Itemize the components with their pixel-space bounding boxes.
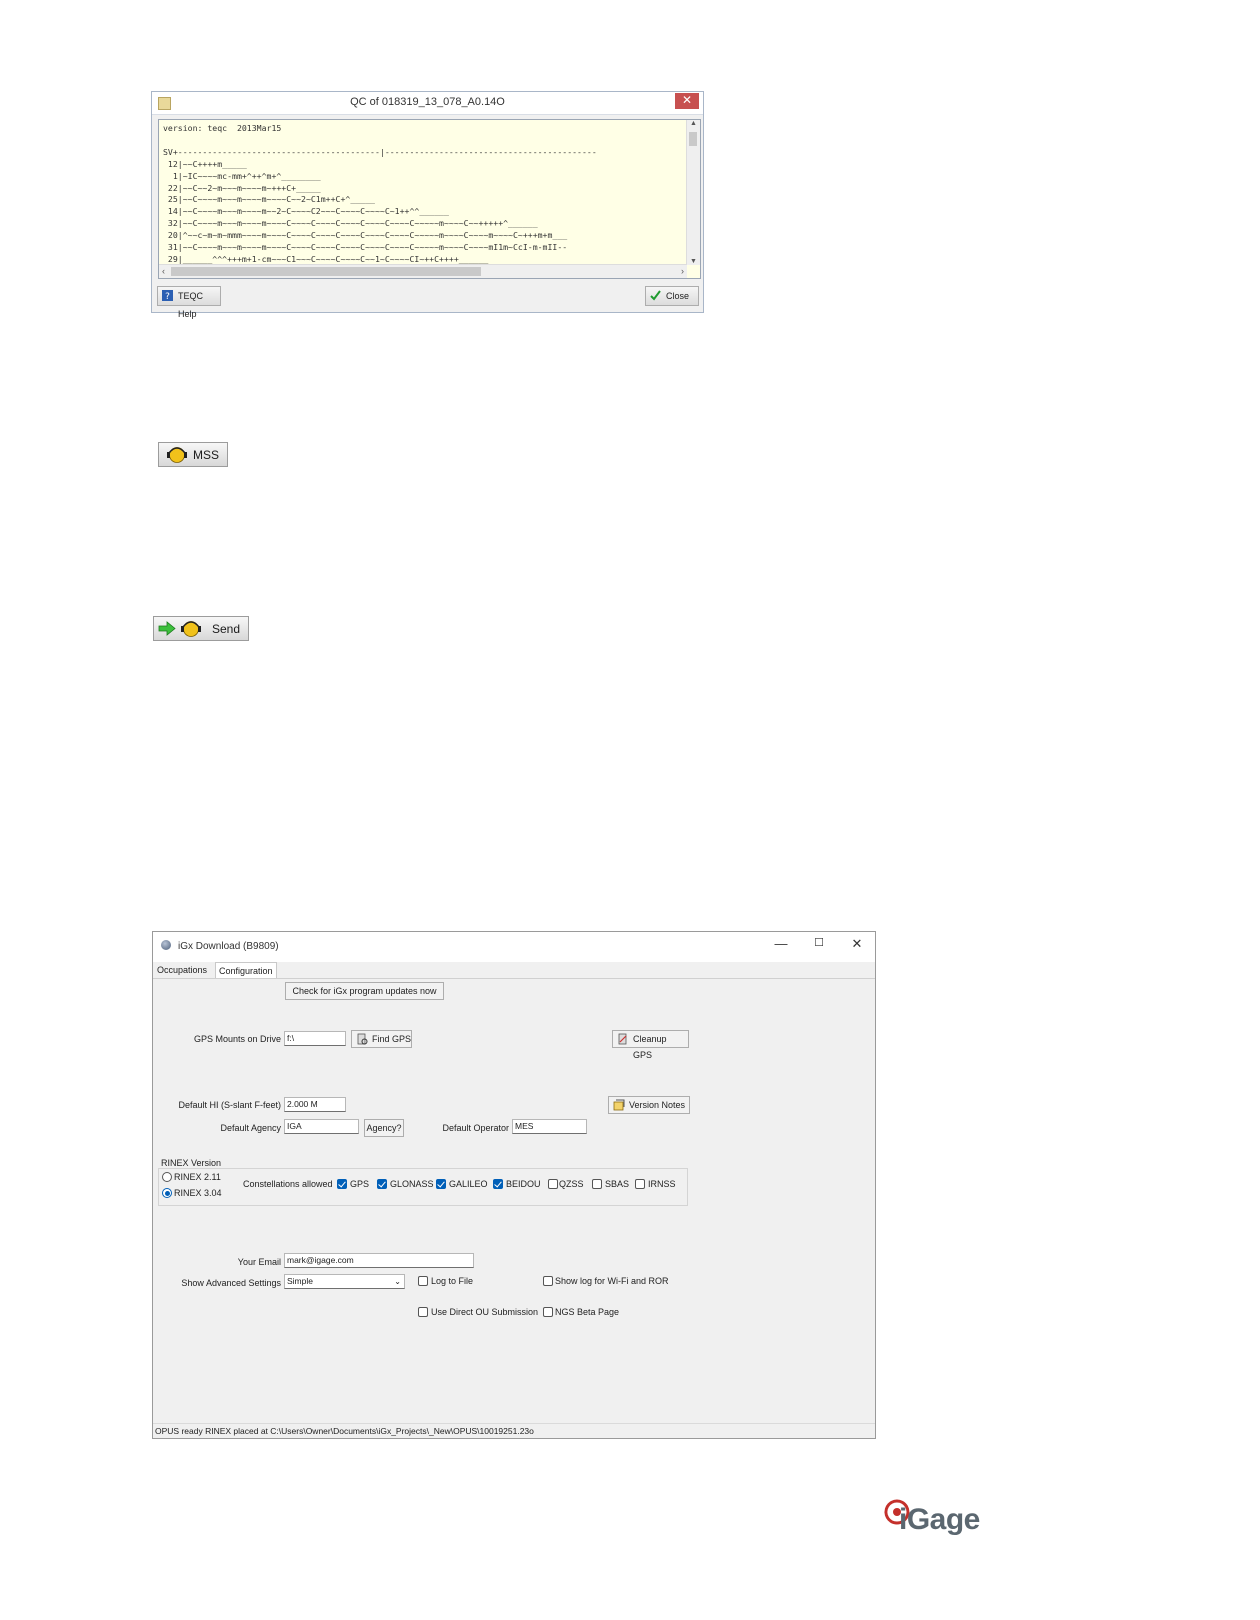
gps-label: GPS: [350, 1179, 370, 1189]
status-bar: OPUS ready RINEX placed at C:\Users\Owne…: [153, 1423, 875, 1438]
agency-button[interactable]: Agency?: [364, 1119, 404, 1137]
advanced-settings-select[interactable]: Simple ⌄: [284, 1274, 405, 1289]
rinex-304-radio[interactable]: [162, 1188, 172, 1198]
operator-icon: [167, 447, 187, 463]
beidou-checkbox[interactable]: [493, 1179, 503, 1189]
qc-dialog: QC of 018319_13_078_A0.14O ✕ version: te…: [151, 91, 704, 319]
qc-title-bar: QC of 018319_13_078_A0.14O ✕: [152, 92, 703, 115]
scroll-left-icon[interactable]: ‹: [162, 265, 165, 278]
operator-icon: [181, 621, 201, 637]
gps-device-icon: [618, 1033, 627, 1045]
rinex-211-radio[interactable]: [162, 1172, 172, 1182]
qc-output-text: version: teqc 2013Mar15 SV+-------------…: [163, 123, 597, 264]
svg-text:?: ?: [165, 292, 170, 301]
vertical-scrollbar[interactable]: ▲ ▼: [686, 120, 700, 265]
show-log-wifi-label: Show log for Wi-Fi and ROR: [555, 1276, 669, 1286]
rinex-group-label: RINEX Version: [161, 1158, 222, 1168]
mss-label: MSS: [193, 448, 220, 462]
chevron-down-icon: ⌄: [394, 1277, 401, 1286]
qc-output-pane[interactable]: version: teqc 2013Mar15 SV+-------------…: [158, 119, 701, 279]
scroll-thumb[interactable]: [689, 132, 697, 146]
log-to-file-checkbox[interactable]: [418, 1276, 428, 1286]
qc-title: QC of 018319_13_078_A0.14O: [350, 96, 505, 108]
use-direct-ou-checkbox[interactable]: [418, 1307, 428, 1317]
email-label: Your Email: [237, 1257, 281, 1267]
igage-logo: iGage: [883, 1499, 993, 1543]
default-agency-label: Default Agency: [220, 1123, 281, 1133]
qzss-checkbox[interactable]: [548, 1179, 558, 1189]
teqc-help-label: TEQC Help: [178, 291, 204, 319]
mss-button[interactable]: MSS: [158, 442, 228, 467]
gps-drive-input[interactable]: f:\: [284, 1031, 346, 1046]
cleanup-gps-label: Cleanup GPS: [633, 1034, 667, 1060]
gps-device-icon: [357, 1033, 368, 1045]
tab-configuration[interactable]: Configuration: [215, 962, 277, 979]
rinex-211-label: RINEX 2.11: [174, 1172, 221, 1182]
galileo-checkbox[interactable]: [436, 1179, 446, 1189]
find-gps-button[interactable]: Find GPS: [351, 1030, 412, 1048]
arrow-right-icon: [158, 621, 176, 636]
show-log-wifi-checkbox[interactable]: [543, 1276, 553, 1286]
igx-title: iGx Download (B9809): [178, 941, 279, 952]
cleanup-gps-button[interactable]: Cleanup GPS: [612, 1030, 689, 1060]
gps-checkbox[interactable]: [337, 1179, 347, 1189]
rinex-304-label: RINEX 3.04: [174, 1188, 222, 1198]
teqc-help-button[interactable]: ? TEQC Help: [157, 286, 221, 319]
tab-occupations[interactable]: Occupations: [154, 962, 210, 978]
scroll-right-icon[interactable]: ›: [681, 265, 684, 278]
default-hi-label: Default HI (S-slant F-feet): [178, 1100, 281, 1110]
scroll-down-icon[interactable]: ▼: [687, 258, 700, 265]
maximize-icon[interactable]: ☐: [809, 936, 829, 949]
igx-download-window: iGx Download (B9809) — ☐ ✕ Occupations C…: [152, 931, 876, 1439]
find-gps-label: Find GPS: [372, 1034, 412, 1044]
close-icon[interactable]: ✕: [675, 93, 699, 109]
use-direct-ou-label: Use Direct OU Submission: [431, 1307, 539, 1317]
ngs-beta-checkbox[interactable]: [543, 1307, 553, 1317]
send-button[interactable]: Send: [153, 616, 249, 641]
minimize-icon[interactable]: —: [771, 936, 791, 951]
close-icon[interactable]: ✕: [847, 936, 867, 952]
irnss-label: IRNSS: [648, 1179, 676, 1189]
horizontal-scrollbar[interactable]: ‹ ›: [159, 264, 687, 278]
version-notes-label: Version Notes: [629, 1100, 686, 1110]
default-agency-input[interactable]: IGA: [284, 1119, 359, 1134]
scroll-up-icon[interactable]: ▲: [687, 120, 700, 127]
send-label: Send: [212, 622, 241, 636]
notes-icon: [613, 1099, 625, 1111]
check-updates-button[interactable]: Check for iGx program updates now: [285, 982, 444, 1000]
beidou-label: BEIDOU: [506, 1179, 541, 1189]
version-notes-button[interactable]: Version Notes: [608, 1096, 690, 1114]
close-button[interactable]: Close: [645, 286, 699, 306]
irnss-checkbox[interactable]: [635, 1179, 645, 1189]
default-operator-label: Default Operator: [442, 1123, 509, 1133]
default-hi-input[interactable]: 2.000 M: [284, 1097, 346, 1112]
advanced-settings-label: Show Advanced Settings: [181, 1278, 281, 1288]
default-operator-input[interactable]: MES: [512, 1119, 587, 1134]
sbas-label: SBAS: [605, 1179, 630, 1189]
checkmark-icon: [650, 290, 661, 301]
ngs-beta-label: NGS Beta Page: [555, 1307, 620, 1317]
galileo-label: GALILEO: [449, 1179, 488, 1189]
close-label: Close: [666, 291, 690, 301]
constellations-label: Constellations allowed: [243, 1179, 333, 1189]
qzss-label: QZSS: [559, 1179, 584, 1189]
gps-mounts-label: GPS Mounts on Drive: [193, 1034, 281, 1044]
advanced-settings-value: Simple: [287, 1276, 313, 1286]
logo-text: iGage: [899, 1503, 980, 1536]
igx-title-bar: iGx Download (B9809) — ☐ ✕: [153, 932, 875, 962]
scroll-thumb-horizontal[interactable]: [171, 267, 481, 276]
glonass-checkbox[interactable]: [377, 1179, 387, 1189]
sbas-checkbox[interactable]: [592, 1179, 602, 1189]
log-to-file-label: Log to File: [431, 1276, 474, 1286]
glonass-label: GLONASS: [390, 1179, 434, 1189]
help-icon: ?: [162, 290, 173, 301]
app-logo-icon: [161, 940, 171, 950]
email-input[interactable]: mark@igage.com: [284, 1253, 474, 1268]
